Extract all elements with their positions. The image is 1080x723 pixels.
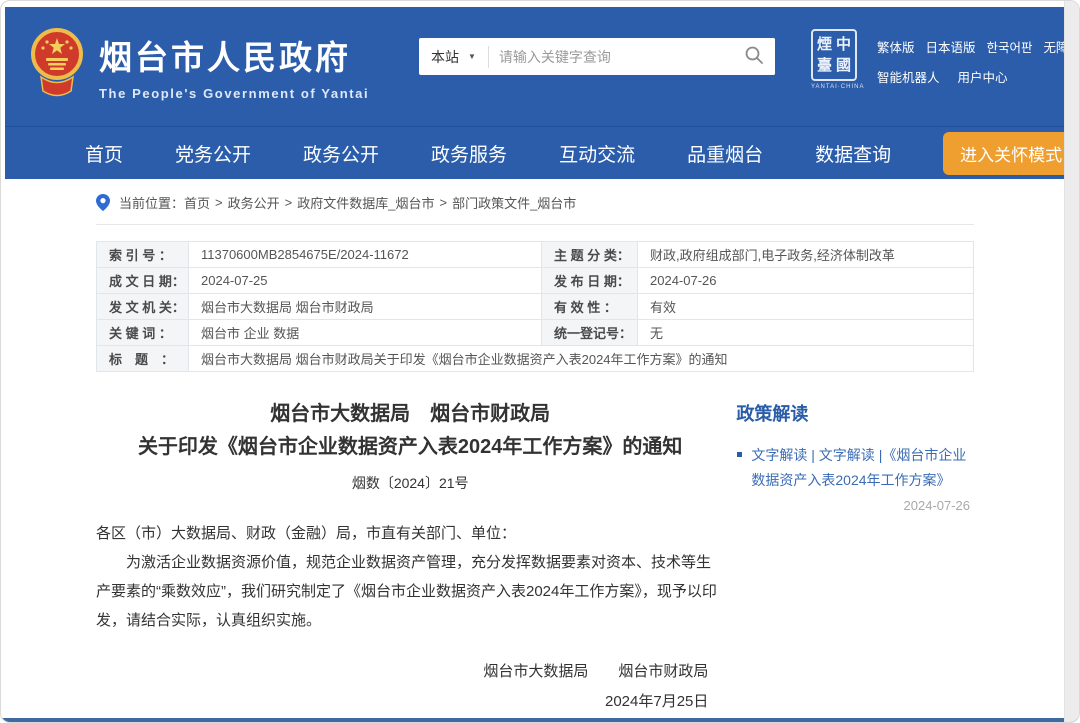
- footer-top-edge: [1, 718, 1079, 722]
- document-salutation: 各区（市）大数据局、财政（金融）局，市直有关部门、单位：: [96, 519, 724, 548]
- link-traditional-chinese[interactable]: 繁体版: [877, 37, 915, 56]
- meta-value-written-date: 2024-07-25: [189, 268, 542, 294]
- nav-item-party-affairs[interactable]: 党务公开: [175, 140, 251, 167]
- site-name: 烟台市人民政府: [99, 31, 369, 79]
- meta-label-publish-date: 发 布 日 期：: [542, 268, 638, 294]
- policy-interpretation-link[interactable]: 文字解读 | 文字解读 |《烟台市企业数据资产入表2024年工作方案》: [736, 443, 974, 493]
- site-name-english: The People's Government of Yantai: [99, 86, 369, 101]
- policy-interpretation-sidebar: 政策解读 文字解读 | 文字解读 |《烟台市企业数据资产入表2024年工作方案》…: [736, 398, 974, 723]
- search-input[interactable]: [489, 38, 733, 75]
- meta-value-index-no: 11370600MB2854675E/2024-11672: [189, 242, 542, 268]
- sidebar-heading: 政策解读: [736, 400, 974, 426]
- search-icon: [744, 45, 764, 68]
- nav-item-interaction[interactable]: 互动交流: [559, 140, 635, 167]
- search-scope-dropdown[interactable]: 本站 ▼: [419, 38, 488, 75]
- table-row: 标 题 ： 烟台市大数据局 烟台市财政局关于印发《烟台市企业数据资产入表2024…: [97, 346, 974, 372]
- policy-interpretation-date: 2024-07-26: [736, 498, 974, 513]
- nav-item-home[interactable]: 首页: [85, 140, 123, 167]
- page-content: 当前位置： 首页> 政务公开> 政府文件数据库_烟台市> 部门政策文件_烟台市 …: [5, 179, 1065, 723]
- meta-value-title: 烟台市大数据局 烟台市财政局关于印发《烟台市企业数据资产入表2024年工作方案》…: [189, 346, 974, 372]
- meta-label-index-no: 索 引 号 ：: [97, 242, 189, 268]
- meta-value-publish-date: 2024-07-26: [638, 268, 974, 294]
- meta-label-unified-reg-no: 统一登记号：: [542, 320, 638, 346]
- meta-label-validity: 有 效 性 ：: [542, 294, 638, 320]
- meta-value-validity: 有效: [638, 294, 974, 320]
- document-number: 烟数〔2024〕21号: [96, 473, 724, 493]
- meta-value-keywords: 烟台市 企业 数据: [189, 320, 542, 346]
- document-paragraph: 为激活企业数据资源价值，规范企业数据资产管理，充分发挥数据要素对资本、技术等生产…: [96, 548, 724, 635]
- table-row: 发 文 机 关： 烟台市大数据局 烟台市财政局 有 效 性 ： 有效: [97, 294, 974, 320]
- link-smart-robot[interactable]: 智能机器人: [877, 67, 940, 86]
- nav-item-gov-services[interactable]: 政务服务: [431, 140, 507, 167]
- table-row: 关 键 词 ： 烟台市 企业 数据 统一登记号： 无: [97, 320, 974, 346]
- seal-caption: YANTAI·CHINA: [811, 84, 861, 90]
- meta-label-topic-category: 主 题 分 类：: [542, 242, 638, 268]
- document-title-line2: 关于印发《烟台市企业数据资产入表2024年工作方案》的通知: [96, 431, 724, 464]
- nav-item-pinzhong-yantai[interactable]: 品重烟台: [687, 140, 763, 167]
- site-header: 烟台市人民政府 The People's Government of Yanta…: [5, 7, 1065, 126]
- header-quick-links: 繁体版 日本语版 한국어판 无障碍 智能机器人 用户中心: [877, 37, 1080, 97]
- search-button[interactable]: [733, 38, 775, 75]
- breadcrumb-home[interactable]: 首页: [184, 193, 210, 212]
- national-emblem-icon: [29, 25, 85, 106]
- breadcrumb-label: 当前位置：: [119, 193, 184, 212]
- chevron-down-icon: ▼: [468, 52, 476, 61]
- link-korean[interactable]: 한국어판: [987, 37, 1033, 56]
- nav-item-data-query[interactable]: 数据查询: [815, 140, 891, 167]
- meta-value-unified-reg-no: 无: [638, 320, 974, 346]
- site-search: 本站 ▼: [419, 38, 775, 75]
- table-row: 索 引 号 ： 11370600MB2854675E/2024-11672 主 …: [97, 242, 974, 268]
- link-user-center[interactable]: 用户中心: [958, 67, 1008, 86]
- table-row: 成 文 日 期： 2024-07-25 发 布 日 期： 2024-07-26: [97, 268, 974, 294]
- breadcrumb-doc-database[interactable]: 政府文件数据库_烟台市: [297, 193, 434, 212]
- breadcrumb-gov-affairs[interactable]: 政务公开: [228, 193, 280, 212]
- meta-label-issuing-agency: 发 文 机 关：: [97, 294, 189, 320]
- meta-label-written-date: 成 文 日 期：: [97, 268, 189, 294]
- link-japanese[interactable]: 日本语版: [926, 37, 976, 56]
- main-nav: 首页 党务公开 政务公开 政务服务 互动交流 品重烟台 数据查询 进入关怀模式: [5, 126, 1065, 179]
- site-logo[interactable]: 烟台市人民政府 The People's Government of Yanta…: [29, 25, 369, 106]
- signature-organizations: 烟台市大数据局 烟台市财政局: [96, 657, 708, 687]
- meta-label-keywords: 关 键 词 ：: [97, 320, 189, 346]
- browser-page: 烟台市人民政府 The People's Government of Yanta…: [0, 0, 1080, 723]
- meta-value-topic-category: 财政,政府组成部门,电子政务,经济体制改革: [638, 242, 974, 268]
- care-mode-button[interactable]: 进入关怀模式: [943, 132, 1079, 175]
- document-title-line1: 烟台市大数据局 烟台市财政局: [96, 398, 724, 431]
- breadcrumb-dept-policy-docs[interactable]: 部门政策文件_烟台市: [452, 193, 576, 212]
- yantai-china-seal: 煙中 臺國 YANTAI·CHINA: [811, 29, 861, 90]
- nav-item-gov-affairs[interactable]: 政务公开: [303, 140, 379, 167]
- document-body: 烟台市大数据局 烟台市财政局 关于印发《烟台市企业数据资产入表2024年工作方案…: [96, 398, 724, 723]
- signature-date: 2024年7月25日: [96, 687, 708, 717]
- meta-label-title: 标 题 ：: [97, 346, 189, 372]
- location-pin-icon: [96, 194, 110, 211]
- document-meta-table: 索 引 号 ： 11370600MB2854675E/2024-11672 主 …: [96, 241, 974, 372]
- breadcrumb: 当前位置： 首页> 政务公开> 政府文件数据库_烟台市> 部门政策文件_烟台市: [96, 193, 974, 225]
- meta-value-issuing-agency: 烟台市大数据局 烟台市财政局: [189, 294, 542, 320]
- scrollbar[interactable]: [1064, 1, 1079, 723]
